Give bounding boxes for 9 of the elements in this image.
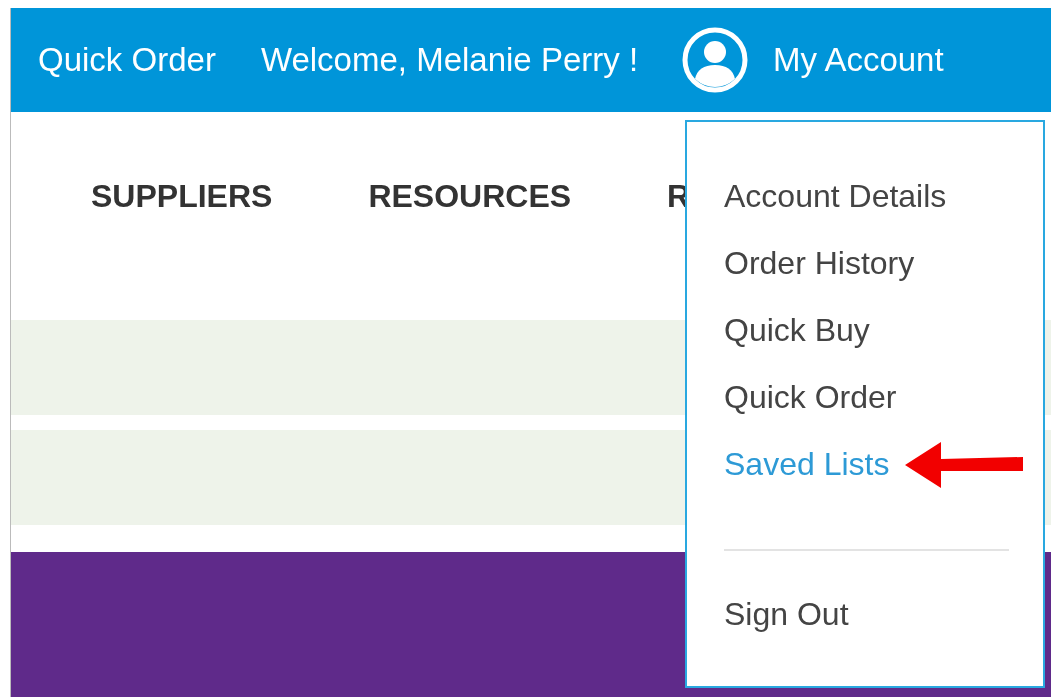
menu-item[interactable]: Order History [724,245,915,282]
nav-link[interactable]: RESOURCES [368,174,572,320]
nav-link[interactable]: SUPPLIERS [91,174,273,320]
welcome-text: Welcome, Melanie Perry ! [260,41,639,79]
menu-item[interactable]: Account Details [724,178,947,215]
menu-item[interactable]: Quick Order [724,379,897,416]
sign-out-link[interactable]: Sign Out [724,596,849,633]
menu-item[interactable]: Quick Buy [724,312,870,349]
user-avatar-icon[interactable] [682,27,749,93]
